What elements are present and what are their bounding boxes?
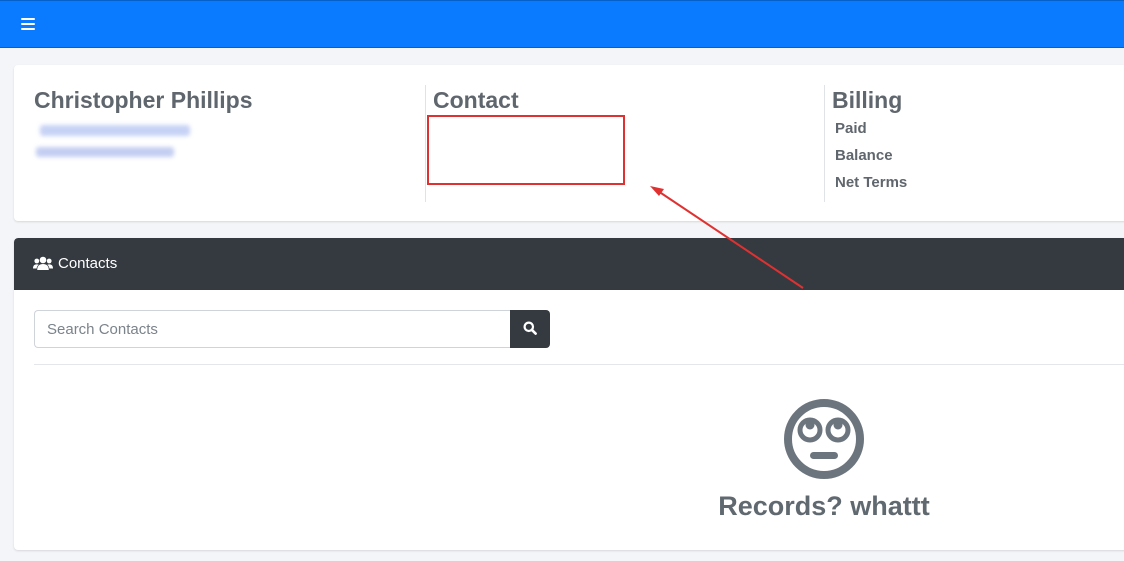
annotation-highlight-box xyxy=(427,115,625,185)
contacts-card: Contacts Records? whattt xyxy=(14,238,1124,550)
contacts-title: Contacts xyxy=(58,255,118,272)
contacts-header: Contacts xyxy=(14,238,1124,290)
contact-column: Contact xyxy=(433,85,519,115)
contact-heading: Contact xyxy=(433,87,519,113)
redacted-address-line xyxy=(36,147,174,157)
rolling-eyes-face-icon xyxy=(784,399,864,479)
customer-column: Christopher Phillips xyxy=(34,85,253,157)
search-contacts-input[interactable] xyxy=(34,310,511,348)
top-navbar xyxy=(0,0,1124,48)
users-icon xyxy=(33,256,53,270)
billing-heading: Billing xyxy=(832,87,903,113)
search-icon xyxy=(523,321,537,335)
customer-name: Christopher Phillips xyxy=(34,87,253,113)
column-divider xyxy=(824,85,825,202)
column-divider xyxy=(425,85,426,202)
billing-net-terms-label: Net Terms xyxy=(835,174,908,191)
billing-column: Billing Paid Balance Net Terms xyxy=(832,85,907,196)
hamburger-menu-icon[interactable] xyxy=(21,18,35,30)
search-button[interactable] xyxy=(510,310,550,348)
billing-paid-label: Paid xyxy=(835,120,867,137)
billing-balance-label: Balance xyxy=(835,147,893,164)
empty-state-message: Records? whattt xyxy=(718,491,930,521)
redacted-address-line xyxy=(40,125,190,136)
section-divider xyxy=(34,364,1124,365)
